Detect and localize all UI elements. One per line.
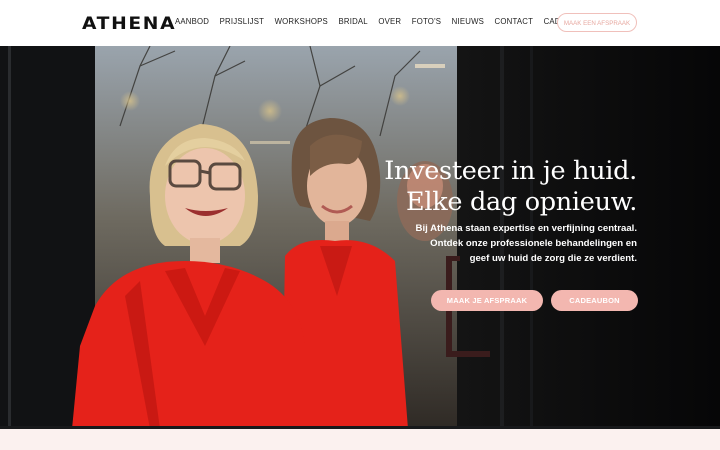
site-header: ATHENA AANBOD PRIJSLIJST WORKSHOPS BRIDA… [0,0,720,46]
nav-item-prijslijst[interactable]: PRIJSLIJST [220,17,264,26]
make-appointment-button[interactable]: MAAK JE AFSPRAAK [431,290,543,311]
header-appointment-button[interactable]: MAAK EEN AFSPRAAK [557,13,637,32]
gift-voucher-button[interactable]: CADEAUBON [551,290,638,311]
logo[interactable]: ATHENA [82,14,176,34]
hero-section: Investeer in je huid. Elke dag opnieuw. … [0,46,720,429]
hero-title-line-1: Investeer in je huid. [384,156,637,186]
main-nav: AANBOD PRIJSLIJST WORKSHOPS BRIDAL OVER … [175,17,605,26]
nav-item-aanbod[interactable]: AANBOD [175,17,209,26]
hero-title-line-2: Elke dag opnieuw. [406,187,637,217]
nav-item-bridal[interactable]: BRIDAL [338,17,367,26]
hero-text-line-3: geef uw huid de zorg die ze verdient. [469,253,637,265]
page-bottom-strip [0,429,720,450]
hero-text-line-1: Bij Athena staan expertise en verfijning… [415,223,637,234]
hero-title: Investeer in je huid. Elke dag opnieuw. [384,156,637,218]
nav-item-over[interactable]: OVER [378,17,401,26]
nav-item-workshops[interactable]: WORKSHOPS [275,17,328,26]
nav-item-fotos[interactable]: FOTO'S [412,17,441,26]
hero-description: Bij Athena staan expertise en verfijning… [416,221,637,267]
nav-item-contact[interactable]: CONTACT [495,17,534,26]
page: ATHENA AANBOD PRIJSLIJST WORKSHOPS BRIDA… [0,0,720,450]
hero-text-line-2: Ontdek onze professionele behandelingen … [430,238,637,250]
nav-item-nieuws[interactable]: NIEUWS [452,17,484,26]
